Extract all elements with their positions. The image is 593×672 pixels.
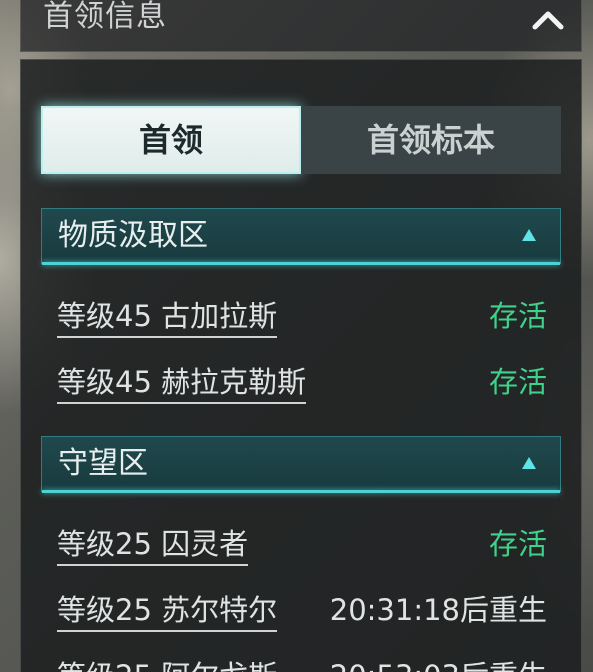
boss-name-link[interactable]: 等级25 囚灵者 [57, 524, 249, 566]
collapse-button[interactable] [531, 5, 565, 35]
boss-status: 存活 [488, 527, 547, 561]
section-watch-zone[interactable]: 守望区 [41, 436, 561, 493]
section-material-extraction-zone[interactable]: 物质汲取区 [41, 208, 561, 265]
tab-boss[interactable]: 首领 [41, 106, 301, 174]
tab-boss-specimen[interactable]: 首领标本 [301, 106, 561, 174]
list-item: 等级45 赫拉克勒斯 存活 [57, 362, 547, 404]
chevron-up-icon [532, 11, 564, 30]
respawn-timer: 20:53:03后重生 [330, 656, 547, 672]
boss-name-link[interactable]: 等级45 古加拉斯 [57, 296, 278, 338]
list-item: 等级25 囚灵者 存活 [57, 524, 547, 566]
boss-info-header: 首领信息 [20, 0, 582, 52]
boss-name-link[interactable]: 等级25 苏尔特尔 [57, 590, 278, 632]
section-label: 守望区 [58, 446, 148, 481]
boss-status: 存活 [488, 365, 547, 399]
boss-info-panel: 首领 首领标本 物质汲取区 等级45 古加拉斯 存活 等级45 赫拉克勒斯 存活… [20, 59, 582, 672]
boss-status: 存活 [488, 299, 547, 333]
boss-name-link[interactable]: 等级45 赫拉克勒斯 [57, 362, 307, 404]
tab-bar: 首领 首领标本 [41, 106, 561, 174]
triangle-up-icon [522, 457, 536, 469]
list-item: 等级45 古加拉斯 存活 [57, 296, 547, 338]
triangle-up-icon [522, 229, 536, 241]
respawn-timer: 20:31:18后重生 [329, 593, 547, 627]
list-item: 等级25 苏尔特尔 20:31:18后重生 [57, 590, 547, 632]
boss-name-link[interactable]: 等级25 阿尔戈斯 [57, 656, 277, 672]
header-title: 首领信息 [43, 0, 167, 34]
section-label: 物质汲取区 [58, 218, 208, 253]
list-item: 等级25 阿尔戈斯 20:53:03后重生 [57, 656, 547, 672]
background-scene: 首领信息 首领 首领标本 物质汲取区 等级45 古加拉斯 存活 等级45 赫拉克… [0, 0, 593, 672]
